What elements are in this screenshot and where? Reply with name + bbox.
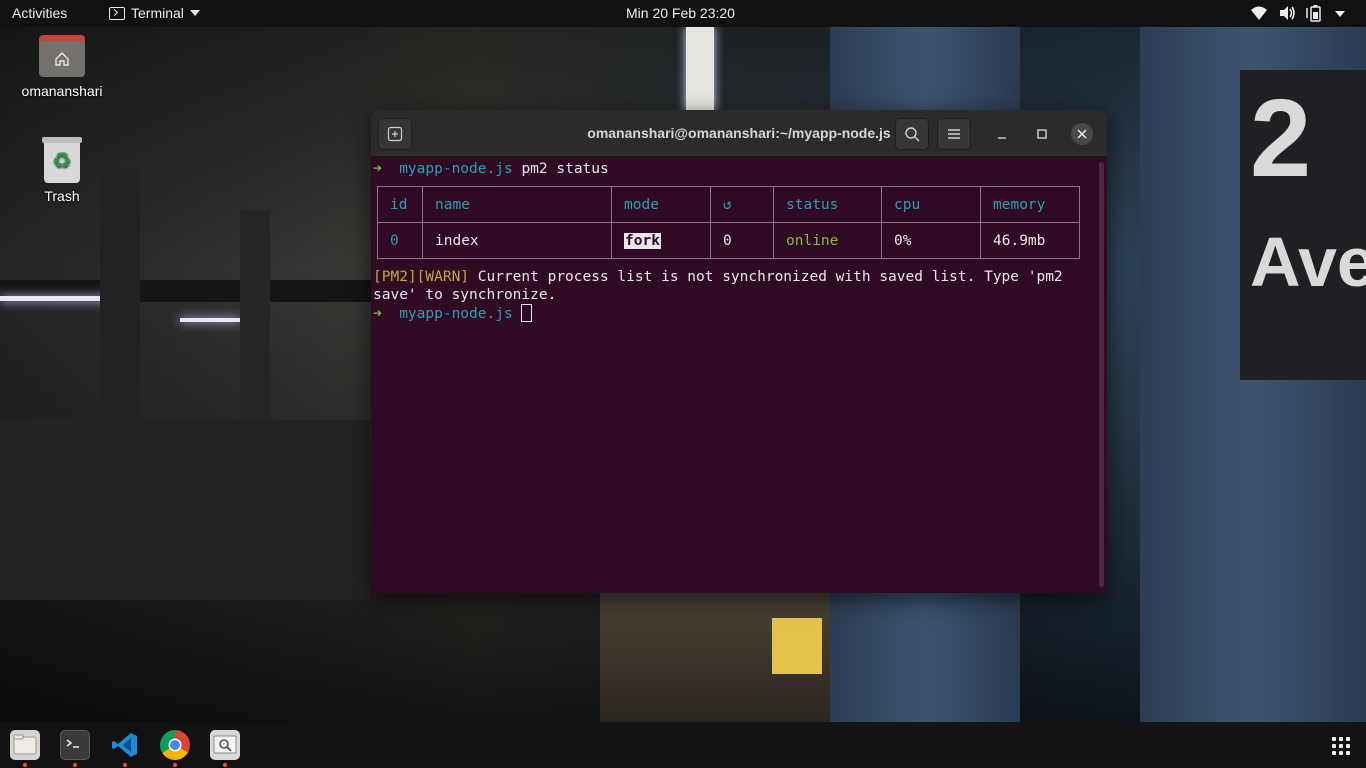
- col-header: memory: [980, 186, 1080, 223]
- running-indicator: [123, 763, 127, 767]
- wallpaper-wall: [0, 420, 370, 600]
- dock: [0, 722, 1366, 768]
- prompt-arrow-icon: ➜: [373, 161, 400, 177]
- col-header: ↺: [710, 186, 774, 223]
- app-menu-label: Terminal: [131, 5, 184, 21]
- terminal-app-icon[interactable]: [60, 730, 90, 760]
- vscode-app-icon[interactable]: [110, 730, 140, 760]
- command-text: pm2 status: [521, 161, 609, 177]
- files-app-icon[interactable]: [10, 730, 40, 760]
- cell-cpu: 0%: [881, 222, 981, 259]
- cell-status: online: [773, 222, 882, 259]
- prompt-directory: myapp-node.js: [399, 161, 513, 177]
- warn-text-2: save' to synchronize.: [373, 287, 557, 303]
- col-header: cpu: [881, 186, 981, 223]
- home-folder-icon: [39, 35, 85, 77]
- prompt-directory: myapp-node.js: [399, 306, 513, 322]
- pm2-status-table: id name mode ↺ status cpu memory 0 index…: [377, 186, 1080, 259]
- table-row: 0 index fork 0 online 0% 46.9mb: [377, 222, 1080, 259]
- col-header: status: [773, 186, 882, 223]
- power-menu-caret-icon[interactable]: [1334, 4, 1352, 22]
- desktop-trash-label: Trash: [44, 188, 80, 204]
- running-indicator: [173, 763, 177, 767]
- warn-tag: [PM2][WARN]: [373, 269, 470, 285]
- top-bar: Activities Terminal Min 20 Feb 23:20: [0, 0, 1366, 27]
- text-cursor: [521, 304, 533, 322]
- desktop-trash[interactable]: ♻ Trash: [20, 137, 104, 204]
- close-icon: [1077, 129, 1087, 139]
- wallpaper-ceiling-lamp: [686, 27, 714, 112]
- running-indicator: [23, 763, 27, 767]
- desktop-home-folder[interactable]: omananshari: [14, 35, 110, 99]
- hamburger-menu-button[interactable]: [937, 118, 971, 150]
- volume-icon[interactable]: [1278, 4, 1296, 22]
- minimize-icon: [998, 137, 1006, 139]
- mode-selection: fork: [624, 232, 661, 249]
- wallpaper-bollard: [772, 618, 822, 674]
- table-header-row: id name mode ↺ status cpu memory: [377, 186, 1080, 223]
- prompt-line: ➜ myapp-node.js: [373, 304, 533, 323]
- minimize-button[interactable]: [991, 123, 1013, 145]
- terminal-output[interactable]: ➜ myapp-node.js pm2 status id name mode …: [371, 158, 1099, 593]
- desktop-home-label: omananshari: [21, 83, 103, 99]
- prompt-arrow-icon: ➜: [373, 306, 400, 322]
- terminal-icon: [109, 6, 125, 20]
- cell-name: index: [422, 222, 612, 259]
- cell-mode: fork: [611, 222, 711, 259]
- warn-text-1: Current process list is not synchronized…: [469, 269, 1063, 285]
- maximize-icon: [1037, 129, 1047, 139]
- terminal-scrollbar[interactable]: [1099, 162, 1104, 587]
- clock[interactable]: Min 20 Feb 23:20: [626, 5, 735, 21]
- chrome-app-icon[interactable]: [160, 730, 190, 760]
- hamburger-icon: [948, 129, 960, 139]
- app-menu[interactable]: Terminal: [109, 5, 200, 21]
- chevron-down-icon: [189, 10, 200, 16]
- trash-icon: ♻: [42, 137, 82, 183]
- col-header: mode: [611, 186, 711, 223]
- wifi-icon[interactable]: [1250, 4, 1268, 22]
- terminal-titlebar[interactable]: omananshari@omananshari:~/myapp-node.js: [371, 110, 1107, 157]
- system-tray[interactable]: [1250, 4, 1352, 22]
- close-button[interactable]: [1071, 123, 1093, 145]
- warning-line-1: [PM2][WARN] Current process list is not …: [373, 268, 1063, 286]
- wallpaper-light: [180, 318, 240, 322]
- wallpaper-station-sign: 2 Ave: [1240, 70, 1366, 380]
- maximize-button[interactable]: [1031, 123, 1053, 145]
- activities-button[interactable]: Activities: [12, 5, 67, 21]
- cell-id: 0: [377, 222, 423, 259]
- warning-line-2: save' to synchronize.: [373, 286, 556, 304]
- terminal-window[interactable]: omananshari@omananshari:~/myapp-node.js …: [371, 110, 1107, 593]
- battery-icon[interactable]: [1306, 4, 1324, 22]
- show-applications-grid-icon[interactable]: [1332, 737, 1350, 755]
- col-header: name: [422, 186, 612, 223]
- cell-restarts: 0: [710, 222, 774, 259]
- document-viewer-app-icon[interactable]: [210, 730, 240, 760]
- search-button[interactable]: [895, 118, 929, 150]
- running-indicator: [223, 763, 227, 767]
- cell-memory: 46.9mb: [980, 222, 1080, 259]
- col-header: id: [377, 186, 423, 223]
- running-indicator: [73, 763, 77, 767]
- search-icon: [905, 127, 920, 142]
- command-line: ➜ myapp-node.js pm2 status: [373, 160, 609, 178]
